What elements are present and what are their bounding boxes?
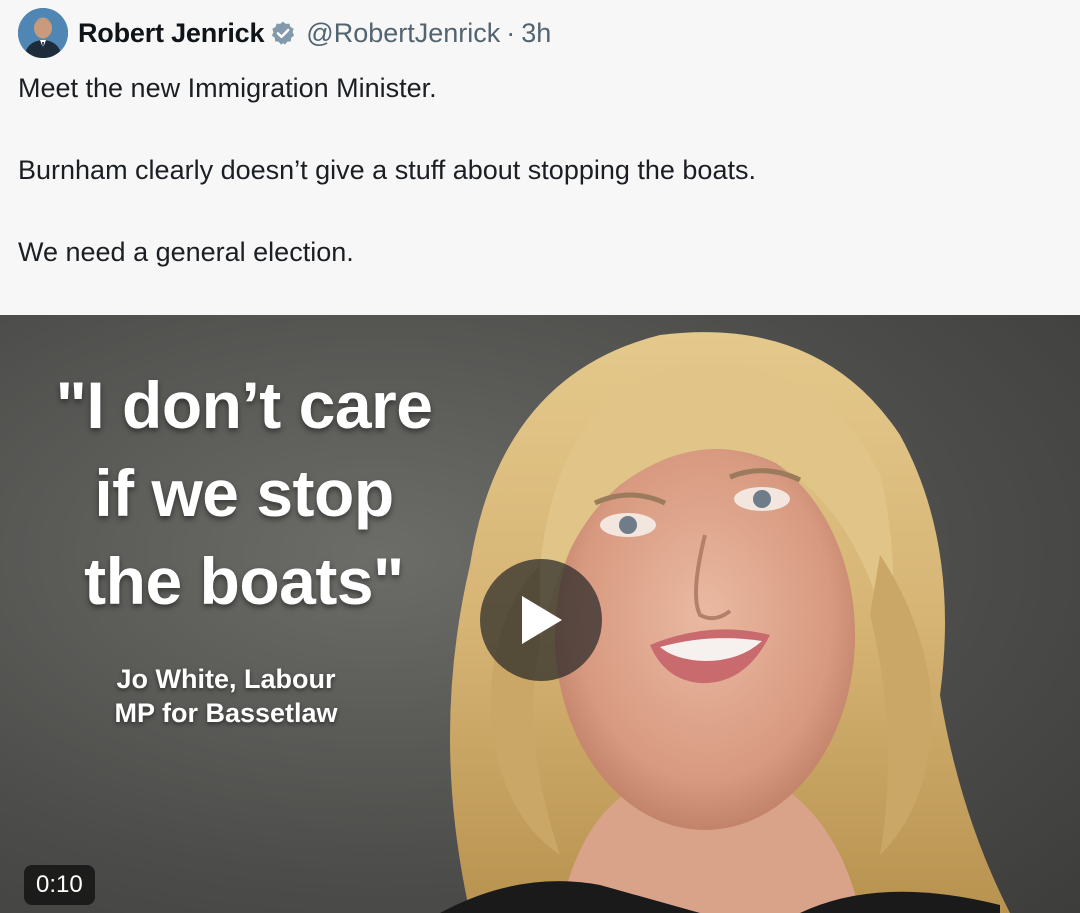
quote-line: "I don’t care	[55, 368, 433, 442]
avatar-image	[18, 8, 68, 58]
caption-line: MP for Bassetlaw	[114, 698, 338, 728]
tweet-line: Burnham clearly doesn’t give a stuff abo…	[18, 155, 756, 185]
author-handle[interactable]: @RobertJenrick	[306, 18, 500, 49]
author-name[interactable]: Robert Jenrick	[78, 18, 264, 49]
tweet-text: Meet the new Immigration Minister. Burnh…	[18, 68, 1058, 272]
tweet-header: Robert Jenrick @RobertJenrick · 3h	[18, 8, 551, 58]
play-icon	[522, 596, 562, 644]
play-button[interactable]	[480, 559, 602, 681]
video-caption: Jo White, Labour MP for Bassetlaw	[56, 662, 396, 730]
tweet-line: Meet the new Immigration Minister.	[18, 73, 437, 103]
separator-dot: ·	[506, 17, 516, 48]
tweet-timestamp[interactable]: 3h	[521, 18, 551, 49]
tweet-line: We need a general election.	[18, 237, 354, 267]
video-player[interactable]: "I don’t care if we stop the boats" Jo W…	[0, 315, 1080, 913]
quote-line: the boats"	[84, 544, 404, 618]
caption-line: Jo White, Labour	[116, 664, 336, 694]
verified-badge-icon	[270, 20, 296, 46]
video-quote: "I don’t care if we stop the boats"	[14, 361, 474, 625]
avatar[interactable]	[18, 8, 68, 58]
quote-line: if we stop	[94, 456, 394, 530]
video-duration: 0:10	[24, 865, 95, 905]
